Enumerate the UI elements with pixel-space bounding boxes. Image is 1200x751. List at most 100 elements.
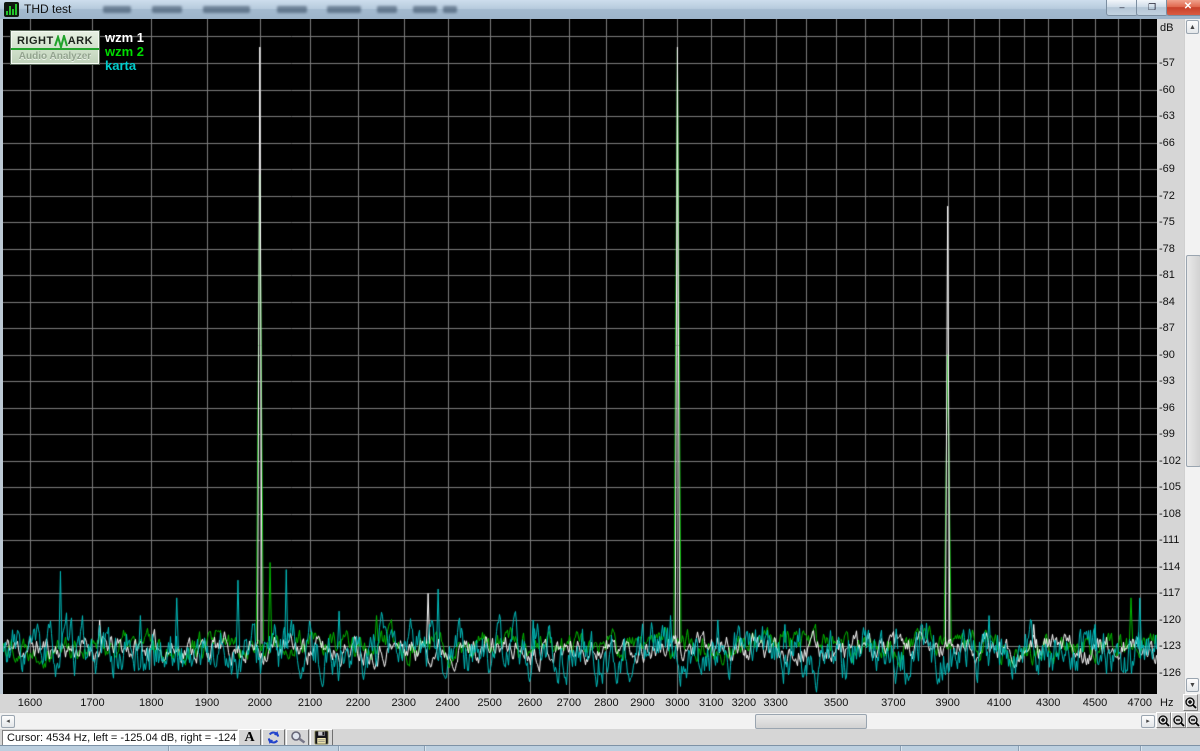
x-tick-label: 2300: [391, 697, 417, 709]
refresh-button[interactable]: [262, 729, 285, 746]
plot-legend: wzm 1 wzm 2 karta: [105, 31, 144, 73]
zoom-in-horizontal-button[interactable]: [1156, 712, 1171, 728]
x-tick-label: 1900: [194, 697, 220, 709]
x-tick-label: 3900: [935, 697, 960, 709]
scroll-left-button[interactable]: ◂: [1, 715, 15, 728]
y-tick-label: -72: [1159, 189, 1175, 202]
logo-brand-left: RIGHT: [16, 35, 54, 47]
y-tick-label: -117: [1159, 587, 1181, 600]
font-button[interactable]: A: [238, 729, 261, 746]
x-axis-strip: 1600 1700 1800 1900 2000 2100 2200 2300 2400 2500…: [0, 694, 1157, 712]
zoom-in-vertical-button[interactable]: [1183, 694, 1198, 711]
x-tick-label: 2100: [297, 697, 323, 709]
menu-ghost-item[interactable]: [277, 6, 307, 13]
y-tick-label: -63: [1159, 110, 1175, 123]
menu-ghost-item[interactable]: [103, 6, 131, 13]
x-axis-unit-label: Hz: [1160, 697, 1174, 709]
logo-subtitle: Audio Analyzer: [18, 50, 92, 62]
y-axis-unit-label: dB: [1160, 22, 1174, 34]
spectrum-plot-canvas[interactable]: [0, 19, 1157, 694]
x-tick-label: 4700: [1127, 697, 1153, 709]
vertical-scrollbar[interactable]: ▲ ▼: [1184, 19, 1200, 694]
legend-item: wzm 2: [105, 44, 145, 59]
minimize-button[interactable]: –: [1106, 0, 1138, 16]
logo-brand: RIGHT ARK: [11, 34, 99, 50]
taskbar-separator: [338, 746, 339, 751]
y-tick-label: -102: [1159, 454, 1182, 467]
x-tick-label: 2200: [345, 697, 371, 709]
y-tick-label: -126: [1159, 667, 1182, 679]
close-button[interactable]: ✕: [1166, 0, 1200, 16]
x-tick-label: 2000: [247, 697, 273, 709]
x-tick-label: 3100: [698, 697, 724, 709]
x-tick-label: 2500: [477, 697, 502, 709]
scroll-down-button[interactable]: ▼: [1186, 678, 1199, 692]
x-tick-label: 3500: [823, 697, 849, 709]
vertical-scrollbar-thumb[interactable]: [1186, 255, 1200, 467]
y-tick-label: -114: [1159, 560, 1181, 573]
x-tick-label: 3300: [763, 697, 788, 709]
y-tick-label: -120: [1159, 613, 1182, 626]
window-frame-left: [0, 19, 3, 745]
y-tick-label: -96: [1159, 401, 1175, 414]
app-icon: [4, 2, 19, 17]
y-tick-label: -105: [1159, 481, 1182, 494]
zoom-out-vertical-button[interactable]: [1186, 712, 1200, 728]
y-tick-label: -81: [1159, 269, 1175, 282]
menu-ghost-item[interactable]: [443, 6, 457, 13]
y-tick-label: -87: [1159, 322, 1175, 335]
y-tick-label: -60: [1159, 83, 1175, 96]
x-tick-label: 2400: [435, 697, 460, 709]
x-tick-label: 3200: [731, 697, 757, 709]
x-tick-label: 3000: [665, 697, 690, 709]
menu-ghost-item[interactable]: [413, 6, 437, 13]
x-tick-label: 2700: [556, 697, 582, 709]
menu-ghost-item[interactable]: [152, 6, 182, 13]
scroll-right-button[interactable]: ▸: [1141, 715, 1155, 728]
y-tick-label: -123: [1159, 640, 1182, 653]
x-tick-label: 4300: [1035, 697, 1061, 709]
legend-item: wzm 1: [105, 30, 145, 45]
y-tick-label: -111: [1159, 534, 1180, 547]
app-window: THD test – ❐ ✕ RIGHT ARK Audio Analyzer …: [0, 0, 1200, 751]
window-title: THD test: [24, 2, 72, 16]
y-axis-strip: -57 -60 -63 -66 -69 -72 -75 -78 -81 -84 -87 -90 -93 -…: [1157, 19, 1184, 694]
menu-ghost-item[interactable]: [327, 6, 361, 13]
taskbar-separator: [1018, 746, 1019, 751]
zoom-out-horizontal-button[interactable]: [1171, 712, 1186, 728]
rightmark-logo: RIGHT ARK Audio Analyzer: [10, 30, 100, 65]
save-button[interactable]: [310, 729, 333, 746]
cursor-readout: Cursor: 4534 Hz, left = -125.04 dB, righ…: [2, 730, 238, 746]
x-tick-label: 1600: [17, 697, 43, 709]
y-tick-label: -66: [1159, 136, 1175, 149]
taskbar-edge-strip[interactable]: [0, 745, 1200, 751]
menu-ghost-item[interactable]: [377, 6, 397, 13]
taskbar-separator: [168, 746, 169, 751]
scroll-up-button[interactable]: ▲: [1186, 20, 1199, 34]
menu-ghost-item[interactable]: [203, 6, 250, 13]
legend-item: karta: [105, 58, 137, 73]
taskbar-separator: [900, 746, 901, 751]
preview-zoom-button[interactable]: [286, 729, 309, 746]
horizontal-scrollbar[interactable]: ◂ ▸: [0, 712, 1157, 730]
refresh-icon: [267, 731, 280, 744]
restore-button[interactable]: ❐: [1136, 0, 1168, 16]
title-bar[interactable]: THD test – ❐ ✕: [0, 0, 1200, 20]
y-tick-label: -90: [1159, 348, 1175, 361]
y-tick-label: -93: [1159, 375, 1175, 388]
horizontal-scrollbar-thumb[interactable]: [755, 714, 867, 729]
save-floppy-icon: [314, 730, 329, 745]
logo-brand-right: ARK: [67, 35, 94, 47]
y-tick-label: -84: [1159, 295, 1175, 308]
y-tick-label: -57: [1159, 57, 1175, 69]
x-tick-label: 4500: [1082, 697, 1108, 709]
x-tick-label: 1700: [80, 697, 105, 709]
taskbar-separator: [1140, 746, 1141, 751]
taskbar-separator: [424, 746, 425, 751]
x-tick-label: 4100: [986, 697, 1012, 709]
y-tick-label: -108: [1159, 507, 1182, 520]
x-tick-label: 2800: [594, 697, 619, 709]
x-tick-label: 2900: [630, 697, 655, 709]
y-tick-label: -75: [1159, 216, 1175, 229]
x-tick-label: 1800: [139, 697, 164, 709]
